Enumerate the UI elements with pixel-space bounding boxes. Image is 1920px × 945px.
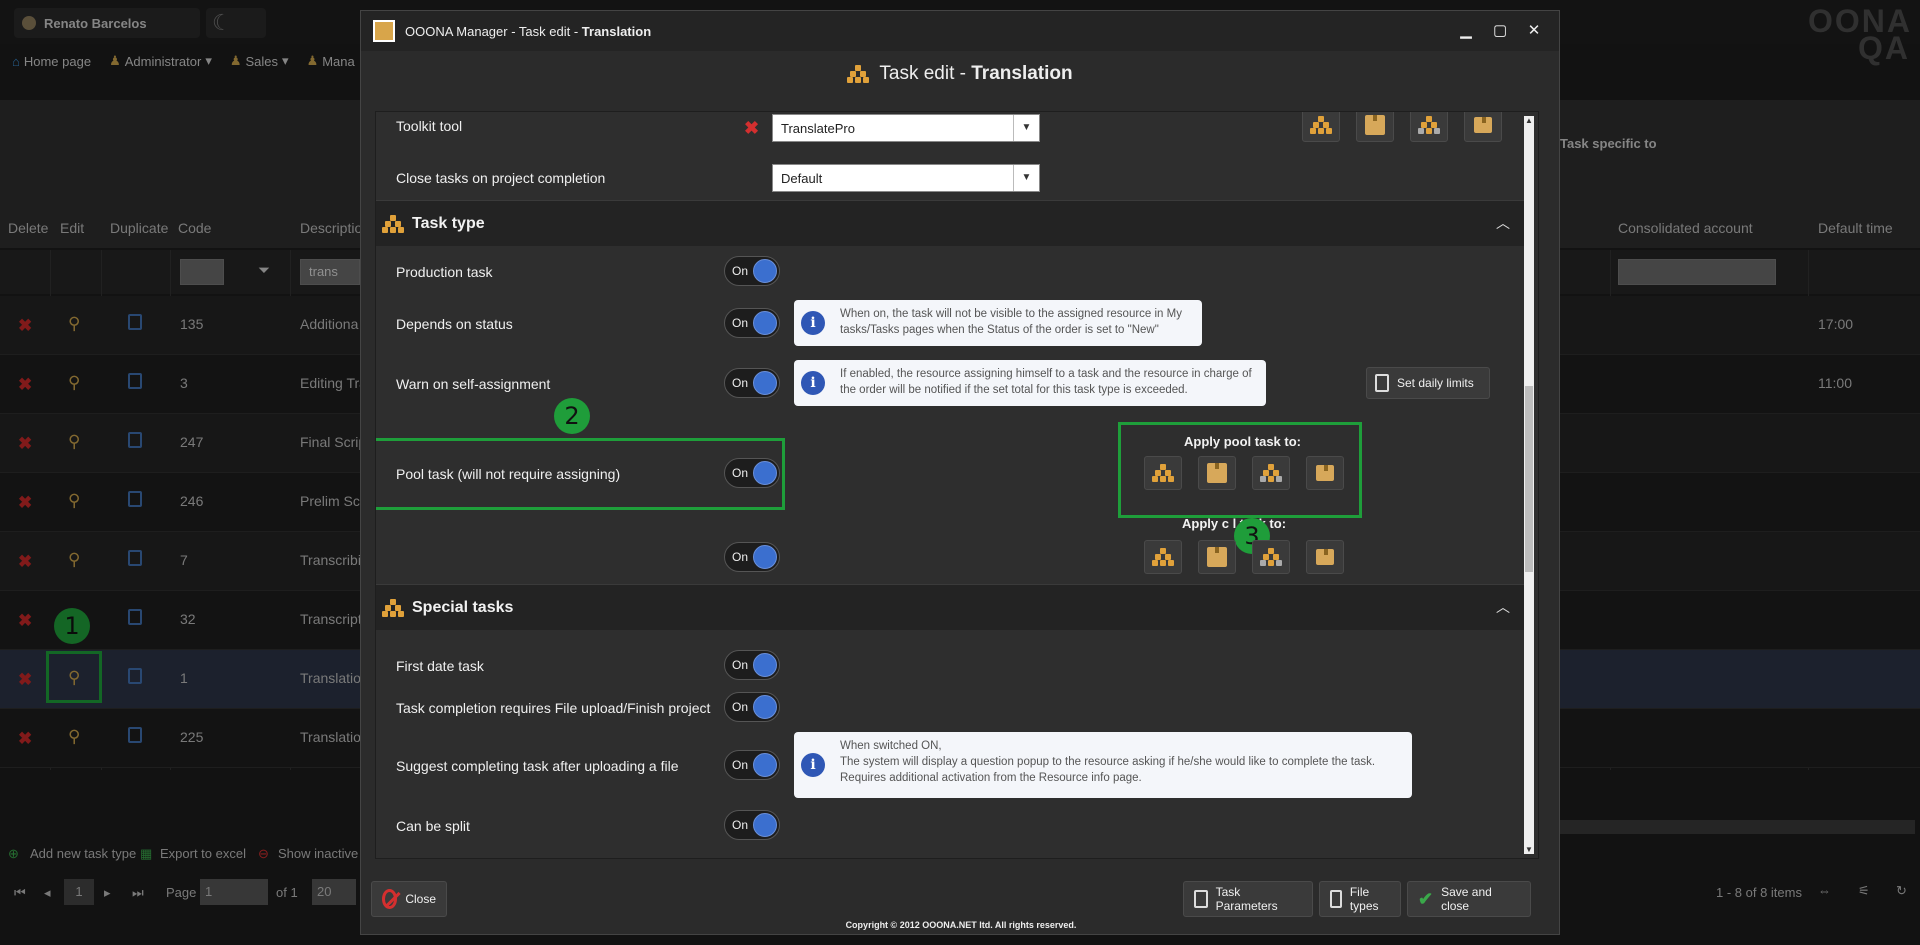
depends-info-box: i When on, the task will not be visible t… [794, 300, 1202, 346]
scroll-thumb[interactable] [1525, 386, 1533, 572]
settings-scroll-area[interactable]: Toolkit tool ✖ TranslatePro ▼ Close tasks… [375, 111, 1539, 859]
chevron-up-icon[interactable]: ︿ [1496, 213, 1510, 233]
chevron-down-icon[interactable]: ▼ [1013, 115, 1039, 141]
suggest-info-box: i When switched ON, The system will displ… [794, 732, 1412, 798]
vertical-scrollbar[interactable]: ▲ ▼ [1524, 116, 1534, 854]
pool-task-toggle[interactable]: On [724, 458, 780, 488]
window-title: OOONA Manager - Task edit - Translation [405, 23, 652, 39]
first-date-label: First date task [396, 658, 484, 674]
closed-apply-client-icon[interactable] [1306, 540, 1344, 574]
closed-apply-task-type-icon[interactable] [1144, 540, 1182, 574]
warn-self-label: Warn on self-assignment [396, 376, 551, 392]
apply-pool-title: Apply pool task to: [1184, 434, 1301, 449]
dialog-heading: Task edit - Translation [361, 51, 1559, 97]
app-icon [373, 20, 395, 42]
apply-box-icon[interactable] [1356, 112, 1394, 142]
close-button[interactable]: Close [371, 881, 447, 917]
task-type-icon [847, 65, 870, 83]
window-titlebar: OOONA Manager - Task edit - Translation … [361, 11, 1559, 51]
warn-self-toggle[interactable]: On [724, 368, 780, 398]
document-icon [1375, 374, 1389, 392]
scroll-down-icon[interactable]: ▼ [1525, 845, 1533, 854]
clear-toolkit-icon[interactable]: ✖ [744, 118, 759, 139]
task-type-icon [382, 598, 404, 617]
copyright-text: Copyright © 2012 OOONA.NET ltd. All righ… [845, 920, 1077, 930]
close-tasks-select[interactable]: Default ▼ [772, 164, 1040, 192]
task-type-section-header[interactable]: Task type ︿ [376, 200, 1526, 246]
toolkit-label: Toolkit tool [396, 118, 463, 134]
close-circle-icon [382, 889, 398, 909]
task-parameters-button[interactable]: Task Parameters [1183, 881, 1313, 917]
apply-task-type-icon[interactable] [1302, 112, 1340, 142]
document-icon [1194, 890, 1208, 908]
info-icon: i [801, 753, 825, 777]
production-task-toggle[interactable]: On [724, 256, 780, 286]
apply-order-icon[interactable] [1410, 112, 1448, 142]
pool-apply-client-icon[interactable] [1306, 456, 1344, 490]
closed-apply-box-icon[interactable] [1198, 540, 1236, 574]
maximize-icon[interactable]: ▢ [1493, 21, 1507, 39]
file-icon [1330, 890, 1342, 908]
chevron-down-icon[interactable]: ▼ [1013, 165, 1039, 191]
completion-requires-label: Task completion requires File upload/Fin… [396, 700, 711, 716]
closed-apply-order-icon[interactable] [1252, 540, 1290, 574]
special-tasks-section-header[interactable]: Special tasks ︿ [376, 584, 1526, 630]
chevron-up-icon[interactable]: ︿ [1496, 597, 1510, 617]
close-tasks-label: Close tasks on project completion [396, 170, 606, 186]
pool-apply-box-icon[interactable] [1198, 456, 1236, 490]
check-icon: ✔ [1418, 888, 1434, 909]
task-edit-dialog: OOONA Manager - Task edit - Translation … [360, 10, 1560, 935]
closed-task-toggle[interactable]: On [724, 542, 780, 572]
dialog-footer: Close Task Parameters File types ✔ Save a… [361, 881, 1561, 917]
info-icon: i [801, 311, 825, 335]
warn-info-box: i If enabled, the resource assigning hims… [794, 360, 1266, 406]
set-daily-limits-button[interactable]: Set daily limits [1366, 367, 1490, 399]
save-close-button[interactable]: ✔ Save and close [1407, 881, 1531, 917]
task-type-icon [382, 214, 404, 233]
minimize-icon[interactable]: ▁ [1459, 21, 1473, 39]
pool-apply-task-type-icon[interactable] [1144, 456, 1182, 490]
completion-requires-toggle[interactable]: On [724, 692, 780, 722]
close-window-icon[interactable]: ✕ [1527, 21, 1541, 39]
depends-status-label: Depends on status [396, 316, 513, 332]
suggest-completing-label: Suggest completing task after uploading … [396, 758, 679, 774]
file-types-button[interactable]: File types [1319, 881, 1401, 917]
scroll-up-icon[interactable]: ▲ [1525, 116, 1533, 125]
can-be-split-toggle[interactable]: On [724, 810, 780, 840]
apply-closed-title: Apply c l task to: [1182, 516, 1287, 531]
suggest-completing-toggle[interactable]: On [724, 750, 780, 780]
pool-apply-order-icon[interactable] [1252, 456, 1290, 490]
step-marker-2: 2 [554, 398, 590, 434]
first-date-toggle[interactable]: On [724, 650, 780, 680]
toolkit-select[interactable]: TranslatePro ▼ [772, 114, 1040, 142]
pool-task-label: Pool task (will not require assigning) [396, 466, 621, 482]
depends-status-toggle[interactable]: On [724, 308, 780, 338]
info-icon: i [801, 371, 825, 395]
can-be-split-label: Can be split [396, 818, 470, 834]
apply-client-icon[interactable] [1464, 112, 1502, 142]
production-task-label: Production task [396, 264, 493, 280]
